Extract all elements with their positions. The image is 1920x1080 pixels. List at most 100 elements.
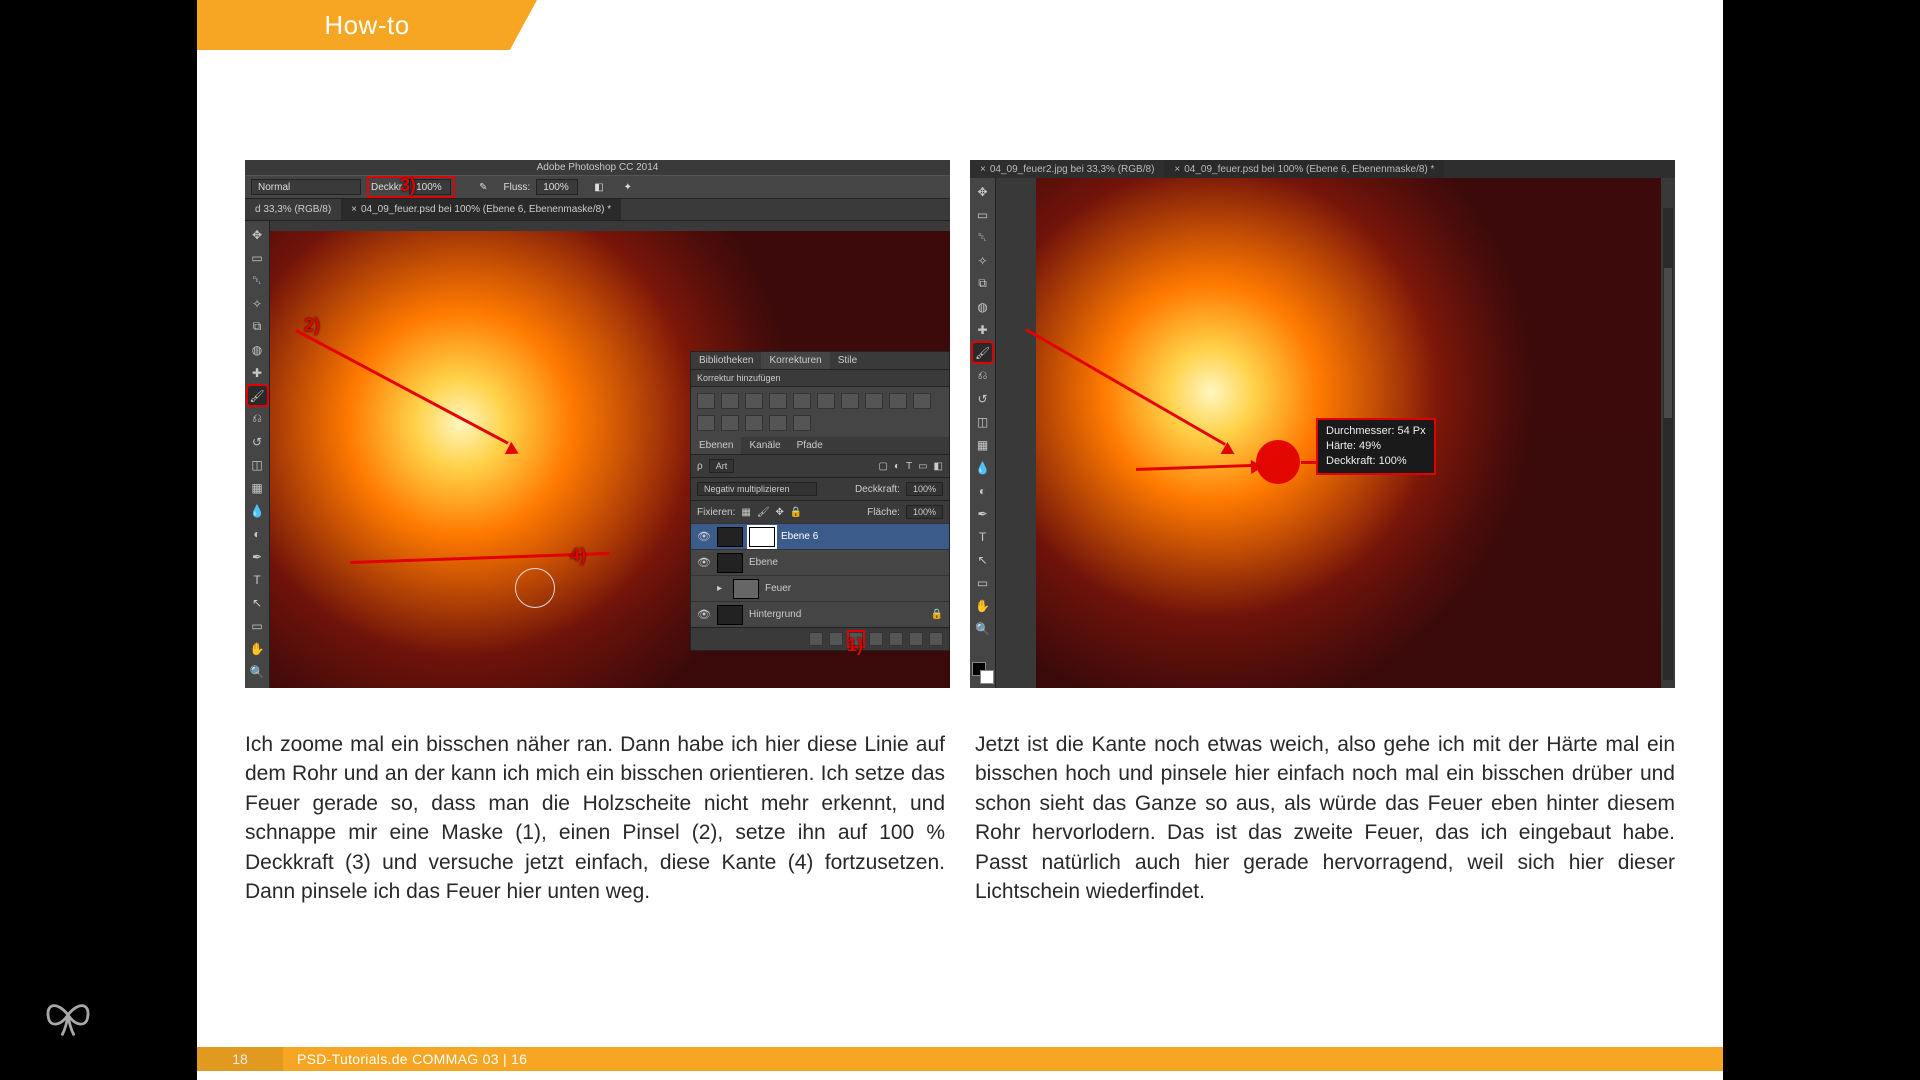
- document-tab-2[interactable]: × 04_09_feuer.psd bei 100% (Ebene 6, Ebe…: [1164, 160, 1444, 178]
- tab-libraries[interactable]: Bibliotheken: [691, 352, 761, 369]
- airbrush-icon[interactable]: ✎: [479, 182, 487, 193]
- visibility-icon[interactable]: 👁: [697, 530, 711, 544]
- dodge-tool-icon[interactable]: ◐: [973, 481, 992, 500]
- visibility-icon[interactable]: 👁: [697, 556, 711, 570]
- eraser-tool-icon[interactable]: ◫: [248, 455, 267, 474]
- adj-lut-icon[interactable]: [913, 393, 931, 409]
- canvas[interactable]: Durchmesser: 54 Px Härte: 49% Deckkraft:…: [996, 178, 1675, 688]
- adj-bw-icon[interactable]: [841, 393, 859, 409]
- layer-name[interactable]: Ebene: [749, 557, 778, 568]
- blur-tool-icon[interactable]: 💧: [248, 501, 267, 520]
- flaeche-value[interactable]: 100%: [906, 505, 943, 519]
- layer-name[interactable]: Hintergrund: [749, 609, 801, 620]
- layer-mask-thumb[interactable]: [749, 527, 775, 547]
- options-bar[interactable]: Normal Deckkr.: 100% ✎ Fluss: 100% ◧ ✦: [245, 175, 950, 199]
- layer-thumb[interactable]: [717, 553, 743, 573]
- document-tab-bar[interactable]: d 33,3% (RGB/8) × 04_09_feuer.psd bei 10…: [245, 199, 950, 221]
- path-tool-icon[interactable]: ↖: [973, 550, 992, 569]
- shape-tool-icon[interactable]: ▭: [248, 616, 267, 635]
- adj-posterize-icon[interactable]: [721, 415, 739, 431]
- adj-photo-filter-icon[interactable]: [865, 393, 883, 409]
- eyedropper-tool-icon[interactable]: ◍: [973, 297, 992, 316]
- canvas[interactable]: 2) 4) Bibliotheken Korrekturen Stile Kor…: [270, 221, 950, 688]
- blend-mode-select[interactable]: Normal: [251, 179, 361, 195]
- dodge-tool-icon[interactable]: ◐: [248, 524, 267, 543]
- healing-tool-icon[interactable]: ✚: [248, 363, 267, 382]
- tab-channels[interactable]: Kanäle: [741, 437, 788, 454]
- layer-thumb[interactable]: [717, 605, 743, 625]
- brush-tool-icon[interactable]: 🖌: [248, 386, 267, 405]
- marquee-tool-icon[interactable]: ▭: [973, 205, 992, 224]
- layer-row-ebene[interactable]: 👁 Ebene: [691, 549, 949, 575]
- filter-pixel-icon[interactable]: ▢: [878, 461, 887, 472]
- new-adjustment-icon[interactable]: [869, 632, 883, 646]
- pen-tool-icon[interactable]: ✒: [248, 547, 267, 566]
- background-swatch[interactable]: [980, 670, 994, 684]
- layers-blend-row[interactable]: Negativ multiplizieren Deckkraft: 100%: [691, 477, 949, 500]
- adj-levels-icon[interactable]: [721, 393, 739, 409]
- layer-name[interactable]: Ebene 6: [781, 531, 818, 542]
- brush-settings-icon[interactable]: ✦: [624, 182, 632, 193]
- crop-tool-icon[interactable]: ⧉: [973, 274, 992, 293]
- gradient-tool-icon[interactable]: ▦: [248, 478, 267, 497]
- lasso-tool-icon[interactable]: ␡: [248, 271, 267, 290]
- visibility-icon[interactable]: [697, 582, 711, 596]
- adjustments-tabs[interactable]: Bibliotheken Korrekturen Stile: [691, 352, 949, 369]
- lock-trans-icon[interactable]: ▦: [741, 507, 750, 518]
- tab-styles[interactable]: Stile: [830, 352, 865, 369]
- blur-tool-icon[interactable]: 💧: [973, 458, 992, 477]
- tab-adjustments[interactable]: Korrekturen: [761, 352, 829, 369]
- tab-layers[interactable]: Ebenen: [691, 437, 741, 454]
- zoom-tool-icon[interactable]: 🔍: [973, 619, 992, 638]
- tab-paths[interactable]: Pfade: [789, 437, 831, 454]
- filter-adj-icon[interactable]: ◐: [894, 461, 900, 472]
- stamp-tool-icon[interactable]: ⎌: [973, 366, 992, 385]
- move-tool-icon[interactable]: ✥: [248, 225, 267, 244]
- panels[interactable]: Bibliotheken Korrekturen Stile Korrektur…: [690, 351, 950, 651]
- eyedropper-tool-icon[interactable]: ◍: [248, 340, 267, 359]
- flow-value[interactable]: 100%: [536, 179, 578, 195]
- close-icon[interactable]: ×: [351, 204, 357, 215]
- wand-tool-icon[interactable]: ✧: [973, 251, 992, 270]
- layer-name[interactable]: Feuer: [765, 583, 791, 594]
- history-brush-tool-icon[interactable]: ↺: [248, 432, 267, 451]
- kind-select[interactable]: Art: [709, 459, 735, 473]
- stamp-tool-icon[interactable]: ⎌: [248, 409, 267, 428]
- crop-tool-icon[interactable]: ⧉: [248, 317, 267, 336]
- adj-exposure-icon[interactable]: [769, 393, 787, 409]
- folder-thumb[interactable]: [733, 579, 759, 599]
- color-swatches[interactable]: [972, 662, 994, 684]
- healing-tool-icon[interactable]: ✚: [973, 320, 992, 339]
- pen-tool-icon[interactable]: ✒: [973, 504, 992, 523]
- move-tool-icon[interactable]: ✥: [973, 182, 992, 201]
- shape-tool-icon[interactable]: ▭: [973, 573, 992, 592]
- wand-tool-icon[interactable]: ✧: [248, 294, 267, 313]
- visibility-icon[interactable]: 👁: [697, 608, 711, 622]
- layer-fx-icon[interactable]: [829, 632, 843, 646]
- adj-gradmap-icon[interactable]: [769, 415, 787, 431]
- adj-vibrance-icon[interactable]: [793, 393, 811, 409]
- filter-shape-icon[interactable]: ▭: [918, 461, 927, 472]
- adj-hue-icon[interactable]: [817, 393, 835, 409]
- layers-footer[interactable]: [691, 627, 949, 650]
- eraser-tool-icon[interactable]: ◫: [973, 412, 992, 431]
- close-icon[interactable]: ×: [1174, 164, 1180, 175]
- layers-tabs[interactable]: Ebenen Kanäle Pfade: [691, 437, 949, 454]
- tool-palette[interactable]: ✥ ▭ ␡ ✧ ⧉ ◍ ✚ 🖌 ⎌ ↺ ◫ ▦ 💧 ◐ ✒ T ↖: [245, 221, 270, 688]
- adj-curves-icon[interactable]: [745, 393, 763, 409]
- link-layers-icon[interactable]: [809, 632, 823, 646]
- zoom-tool-icon[interactable]: 🔍: [248, 662, 267, 681]
- folder-toggle-icon[interactable]: ▸: [717, 583, 727, 594]
- hand-tool-icon[interactable]: ✋: [973, 596, 992, 615]
- hand-tool-icon[interactable]: ✋: [248, 639, 267, 658]
- type-tool-icon[interactable]: T: [248, 570, 267, 589]
- marquee-tool-icon[interactable]: ▭: [248, 248, 267, 267]
- lock-pixel-icon[interactable]: 🖌: [757, 507, 770, 518]
- delete-layer-icon[interactable]: [929, 632, 943, 646]
- document-tab-1[interactable]: × 04_09_feuer2.jpg bei 33,3% (RGB/8): [970, 160, 1164, 178]
- adj-selective-icon[interactable]: [793, 415, 811, 431]
- document-tab-bar[interactable]: × 04_09_feuer2.jpg bei 33,3% (RGB/8) × 0…: [970, 160, 1675, 178]
- lasso-tool-icon[interactable]: ␡: [973, 228, 992, 247]
- adjustments-icons[interactable]: [691, 387, 949, 437]
- brush-tool-icon[interactable]: 🖌: [973, 343, 992, 362]
